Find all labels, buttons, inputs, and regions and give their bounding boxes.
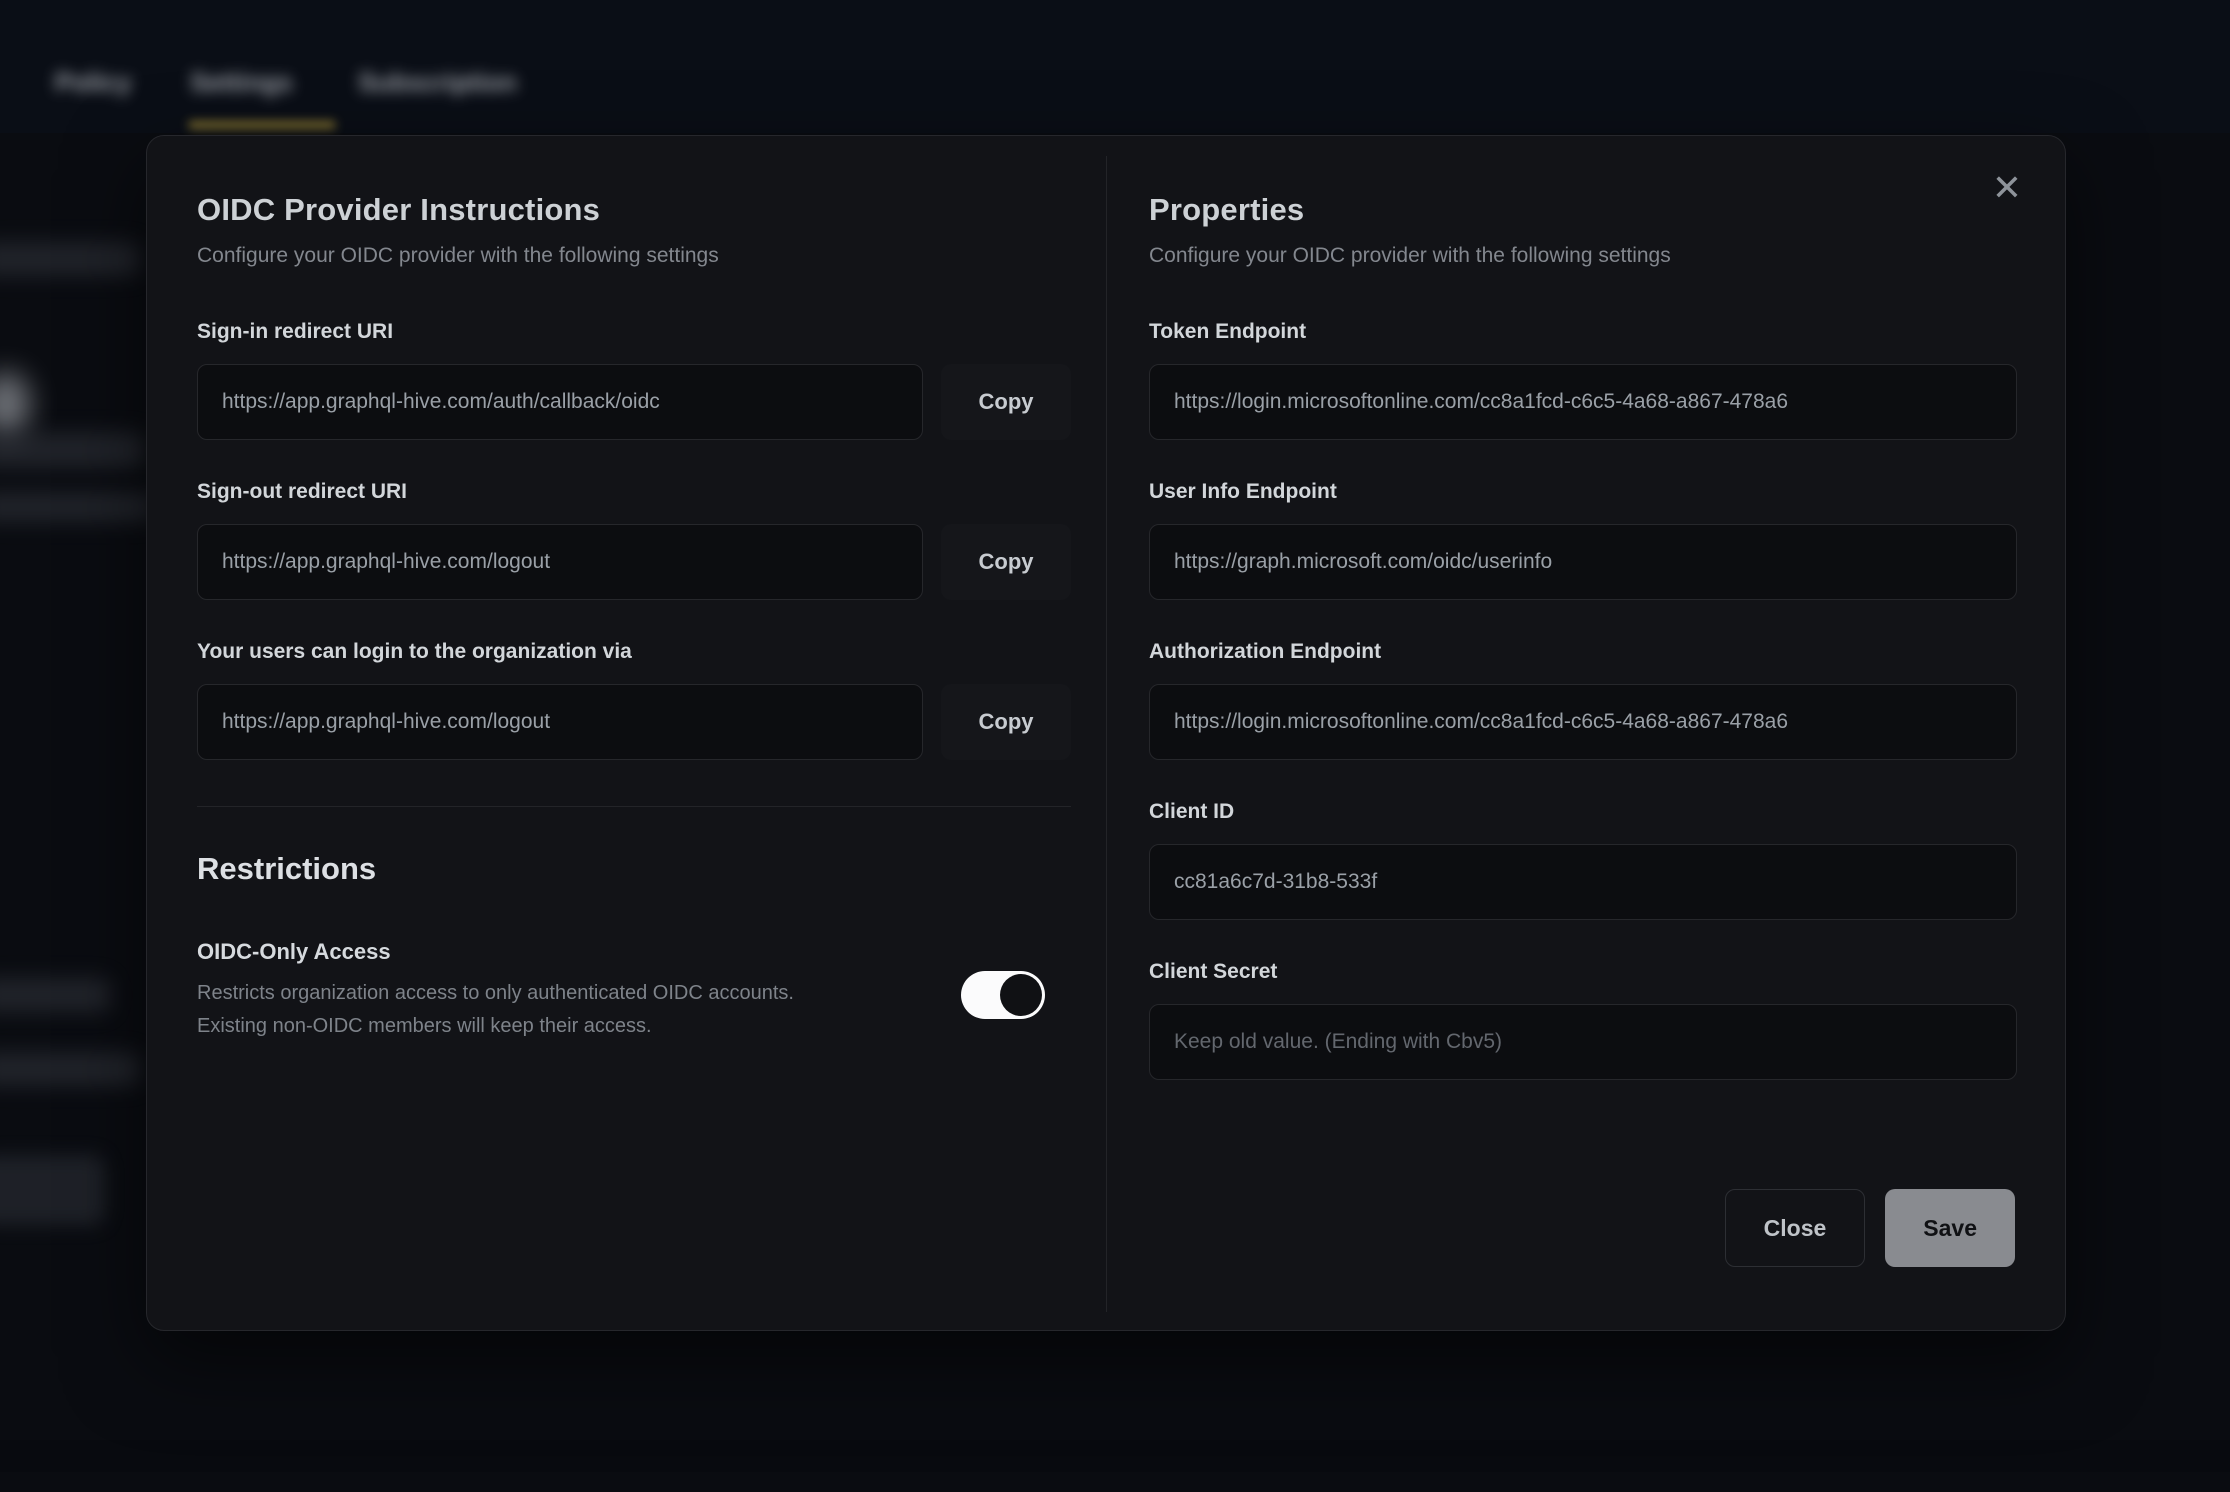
blurred-background-text	[0, 978, 110, 1012]
sign-in-redirect-uri-input[interactable]	[197, 364, 923, 440]
dialog-actions: Close Save	[1725, 1189, 2015, 1267]
copy-login-uri-button[interactable]: Copy	[941, 684, 1071, 760]
blurred-background-text	[0, 242, 140, 276]
tab-policy[interactable]: Policy	[55, 58, 132, 106]
instructions-column: OIDC Provider Instructions Configure you…	[197, 192, 1071, 1043]
organization-login-uri-label: Your users can login to the organization…	[197, 638, 1071, 666]
page-bottom-band	[0, 1440, 2230, 1472]
oidc-only-access-row: OIDC-Only Access Restricts organization …	[197, 939, 1071, 1043]
organization-login-uri-input[interactable]	[197, 684, 923, 760]
oidc-only-access-toggle[interactable]	[961, 971, 1045, 1019]
client-secret-label: Client Secret	[1149, 958, 2017, 986]
save-button[interactable]: Save	[1885, 1189, 2015, 1267]
user-info-endpoint-input[interactable]	[1149, 524, 2017, 600]
properties-subtitle: Configure your OIDC provider with the fo…	[1149, 244, 2017, 268]
client-id-input[interactable]	[1149, 844, 2017, 920]
oidc-settings-dialog: ✕ OIDC Provider Instructions Configure y…	[146, 135, 2066, 1331]
blurred-background-text	[0, 432, 145, 468]
screen: Policy Settings Subscription ✕ OIDC Prov…	[0, 0, 2230, 1492]
tab-settings[interactable]: Settings	[190, 58, 293, 106]
sign-out-redirect-uri-label: Sign-out redirect URI	[197, 478, 1071, 506]
restrictions-title: Restrictions	[197, 851, 1071, 887]
restrictions-divider	[197, 806, 1071, 807]
properties-column: Properties Configure your OIDC provider …	[1149, 192, 2017, 1080]
token-endpoint-input[interactable]	[1149, 364, 2017, 440]
close-button[interactable]: Close	[1725, 1189, 1866, 1267]
oidc-only-access-label: OIDC-Only Access	[197, 939, 931, 965]
page-header-strip	[0, 0, 2230, 133]
oidc-only-access-description: Restricts organization access to only au…	[197, 977, 931, 1043]
client-id-label: Client ID	[1149, 798, 2017, 826]
sign-out-redirect-uri-input[interactable]	[197, 524, 923, 600]
client-secret-input[interactable]	[1149, 1004, 2017, 1080]
blurred-background-text	[0, 1052, 140, 1086]
properties-title: Properties	[1149, 192, 2017, 228]
token-endpoint-label: Token Endpoint	[1149, 318, 2017, 346]
active-tab-underline	[188, 121, 336, 129]
instructions-subtitle: Configure your OIDC provider with the fo…	[197, 244, 1071, 268]
blurred-background-button	[0, 1155, 105, 1225]
column-divider	[1106, 156, 1107, 1312]
blurred-background-text	[0, 492, 155, 522]
tab-subscription[interactable]: Subscription	[358, 58, 517, 106]
blurred-background-glow	[0, 372, 30, 436]
sign-in-redirect-uri-label: Sign-in redirect URI	[197, 318, 1071, 346]
description-line-2: Existing non-OIDC members will keep thei…	[197, 1010, 931, 1043]
instructions-title: OIDC Provider Instructions	[197, 192, 1071, 228]
authorization-endpoint-label: Authorization Endpoint	[1149, 638, 2017, 666]
description-line-1: Restricts organization access to only au…	[197, 977, 931, 1010]
toggle-knob	[1000, 974, 1042, 1016]
user-info-endpoint-label: User Info Endpoint	[1149, 478, 2017, 506]
authorization-endpoint-input[interactable]	[1149, 684, 2017, 760]
copy-sign-out-uri-button[interactable]: Copy	[941, 524, 1071, 600]
copy-sign-in-uri-button[interactable]: Copy	[941, 364, 1071, 440]
